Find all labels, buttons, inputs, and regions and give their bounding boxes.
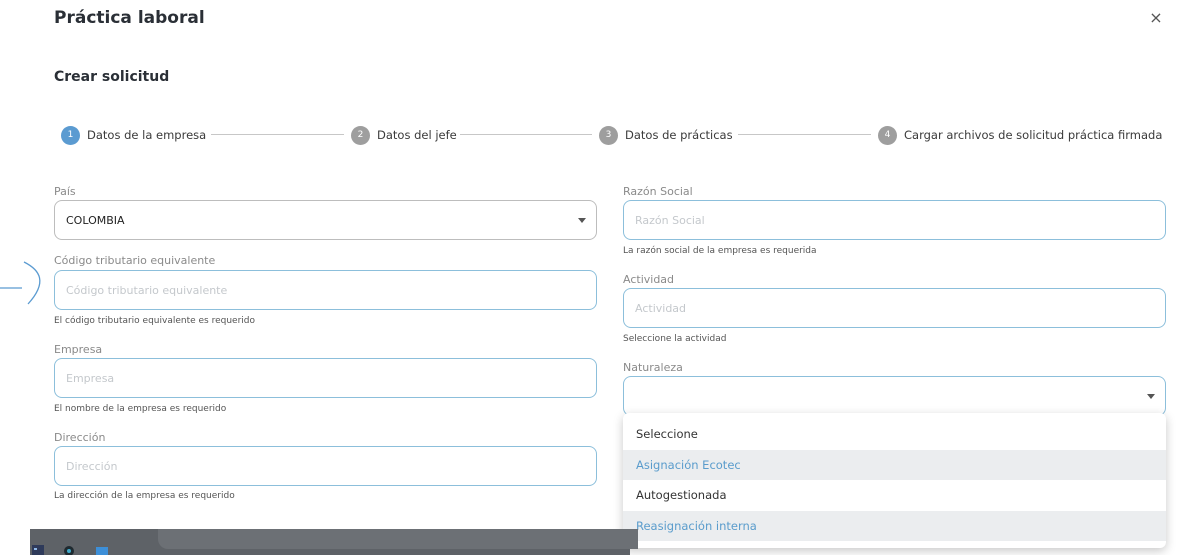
dropdown-option-asignacion-ecotec[interactable]: Asignación Ecotec: [623, 450, 1166, 480]
actividad-help: Seleccione la actividad: [623, 334, 727, 344]
dropdown-option-reasignacion-interna[interactable]: Reasignación interna: [623, 511, 1166, 541]
dialog-title: Práctica laboral: [54, 8, 205, 28]
empresa-placeholder: Empresa: [66, 371, 115, 385]
actividad-label: Actividad: [623, 273, 675, 286]
actividad-placeholder: Actividad: [635, 301, 687, 315]
empresa-label: Empresa: [54, 343, 103, 356]
codigo-input[interactable]: Código tributario equivalente: [54, 270, 597, 310]
taskbar-search-area[interactable]: [158, 529, 638, 549]
direccion-label: Dirección: [54, 431, 106, 444]
step-number: 1: [61, 125, 80, 145]
close-icon: ×: [1149, 8, 1163, 27]
dropdown-option-autogestionada[interactable]: Autogestionada: [623, 480, 1166, 510]
actividad-input[interactable]: Actividad: [623, 288, 1166, 328]
step-number: 3: [599, 125, 618, 145]
annotation-arrow: [0, 261, 41, 305]
pais-select[interactable]: COLOMBIA: [54, 200, 597, 240]
codigo-label: Código tributario equivalente: [54, 254, 216, 267]
codigo-placeholder: Código tributario equivalente: [66, 283, 228, 297]
razon-social-input[interactable]: Razón Social: [623, 200, 1166, 240]
naturaleza-dropdown: Seleccione Asignación Ecotec Autogestion…: [623, 413, 1166, 548]
naturaleza-label: Naturaleza: [623, 361, 683, 374]
razon-social-label: Razón Social: [623, 185, 693, 198]
direccion-help: La dirección de la empresa es requerido: [54, 491, 235, 501]
step-label: Datos de prácticas: [625, 128, 733, 142]
terminal-icon[interactable]: [32, 545, 44, 555]
codigo-help: El código tributario equivalente es requ…: [54, 316, 256, 326]
step-1[interactable]: 1 Datos de la empresa: [61, 125, 206, 145]
app-icon[interactable]: [63, 545, 75, 555]
step-number: 2: [351, 125, 370, 145]
empresa-help: El nombre de la empresa es requerido: [54, 404, 227, 414]
step-label: Datos del jefe: [377, 128, 457, 142]
razon-social-help: La razón social de la empresa es requeri…: [623, 246, 817, 256]
step-connector: [460, 134, 592, 135]
empresa-input[interactable]: Empresa: [54, 358, 597, 398]
chevron-down-icon: [1147, 394, 1155, 399]
taskbar: [30, 529, 638, 555]
pais-label: País: [54, 185, 76, 198]
step-number: 4: [878, 125, 897, 145]
section-title: Crear solicitud: [54, 69, 170, 85]
step-label: Datos de la empresa: [87, 128, 207, 142]
direccion-placeholder: Dirección: [66, 459, 118, 473]
folder-icon[interactable]: [96, 545, 108, 555]
step-connector: [738, 134, 871, 135]
step-label: Cargar archivos de solicitud práctica fi…: [904, 128, 1163, 142]
pais-value: COLOMBIA: [66, 213, 125, 227]
step-3[interactable]: 3 Datos de prácticas: [599, 125, 733, 145]
step-2[interactable]: 2 Datos del jefe: [351, 125, 457, 145]
step-connector: [211, 134, 344, 135]
chevron-down-icon: [578, 218, 586, 223]
dropdown-option-seleccione[interactable]: Seleccione: [623, 419, 1166, 449]
close-button[interactable]: ×: [1147, 9, 1165, 27]
direccion-input[interactable]: Dirección: [54, 446, 597, 486]
naturaleza-select[interactable]: [623, 376, 1166, 416]
step-4[interactable]: 4 Cargar archivos de solicitud práctica …: [878, 125, 1162, 145]
razon-social-placeholder: Razón Social: [635, 213, 705, 227]
